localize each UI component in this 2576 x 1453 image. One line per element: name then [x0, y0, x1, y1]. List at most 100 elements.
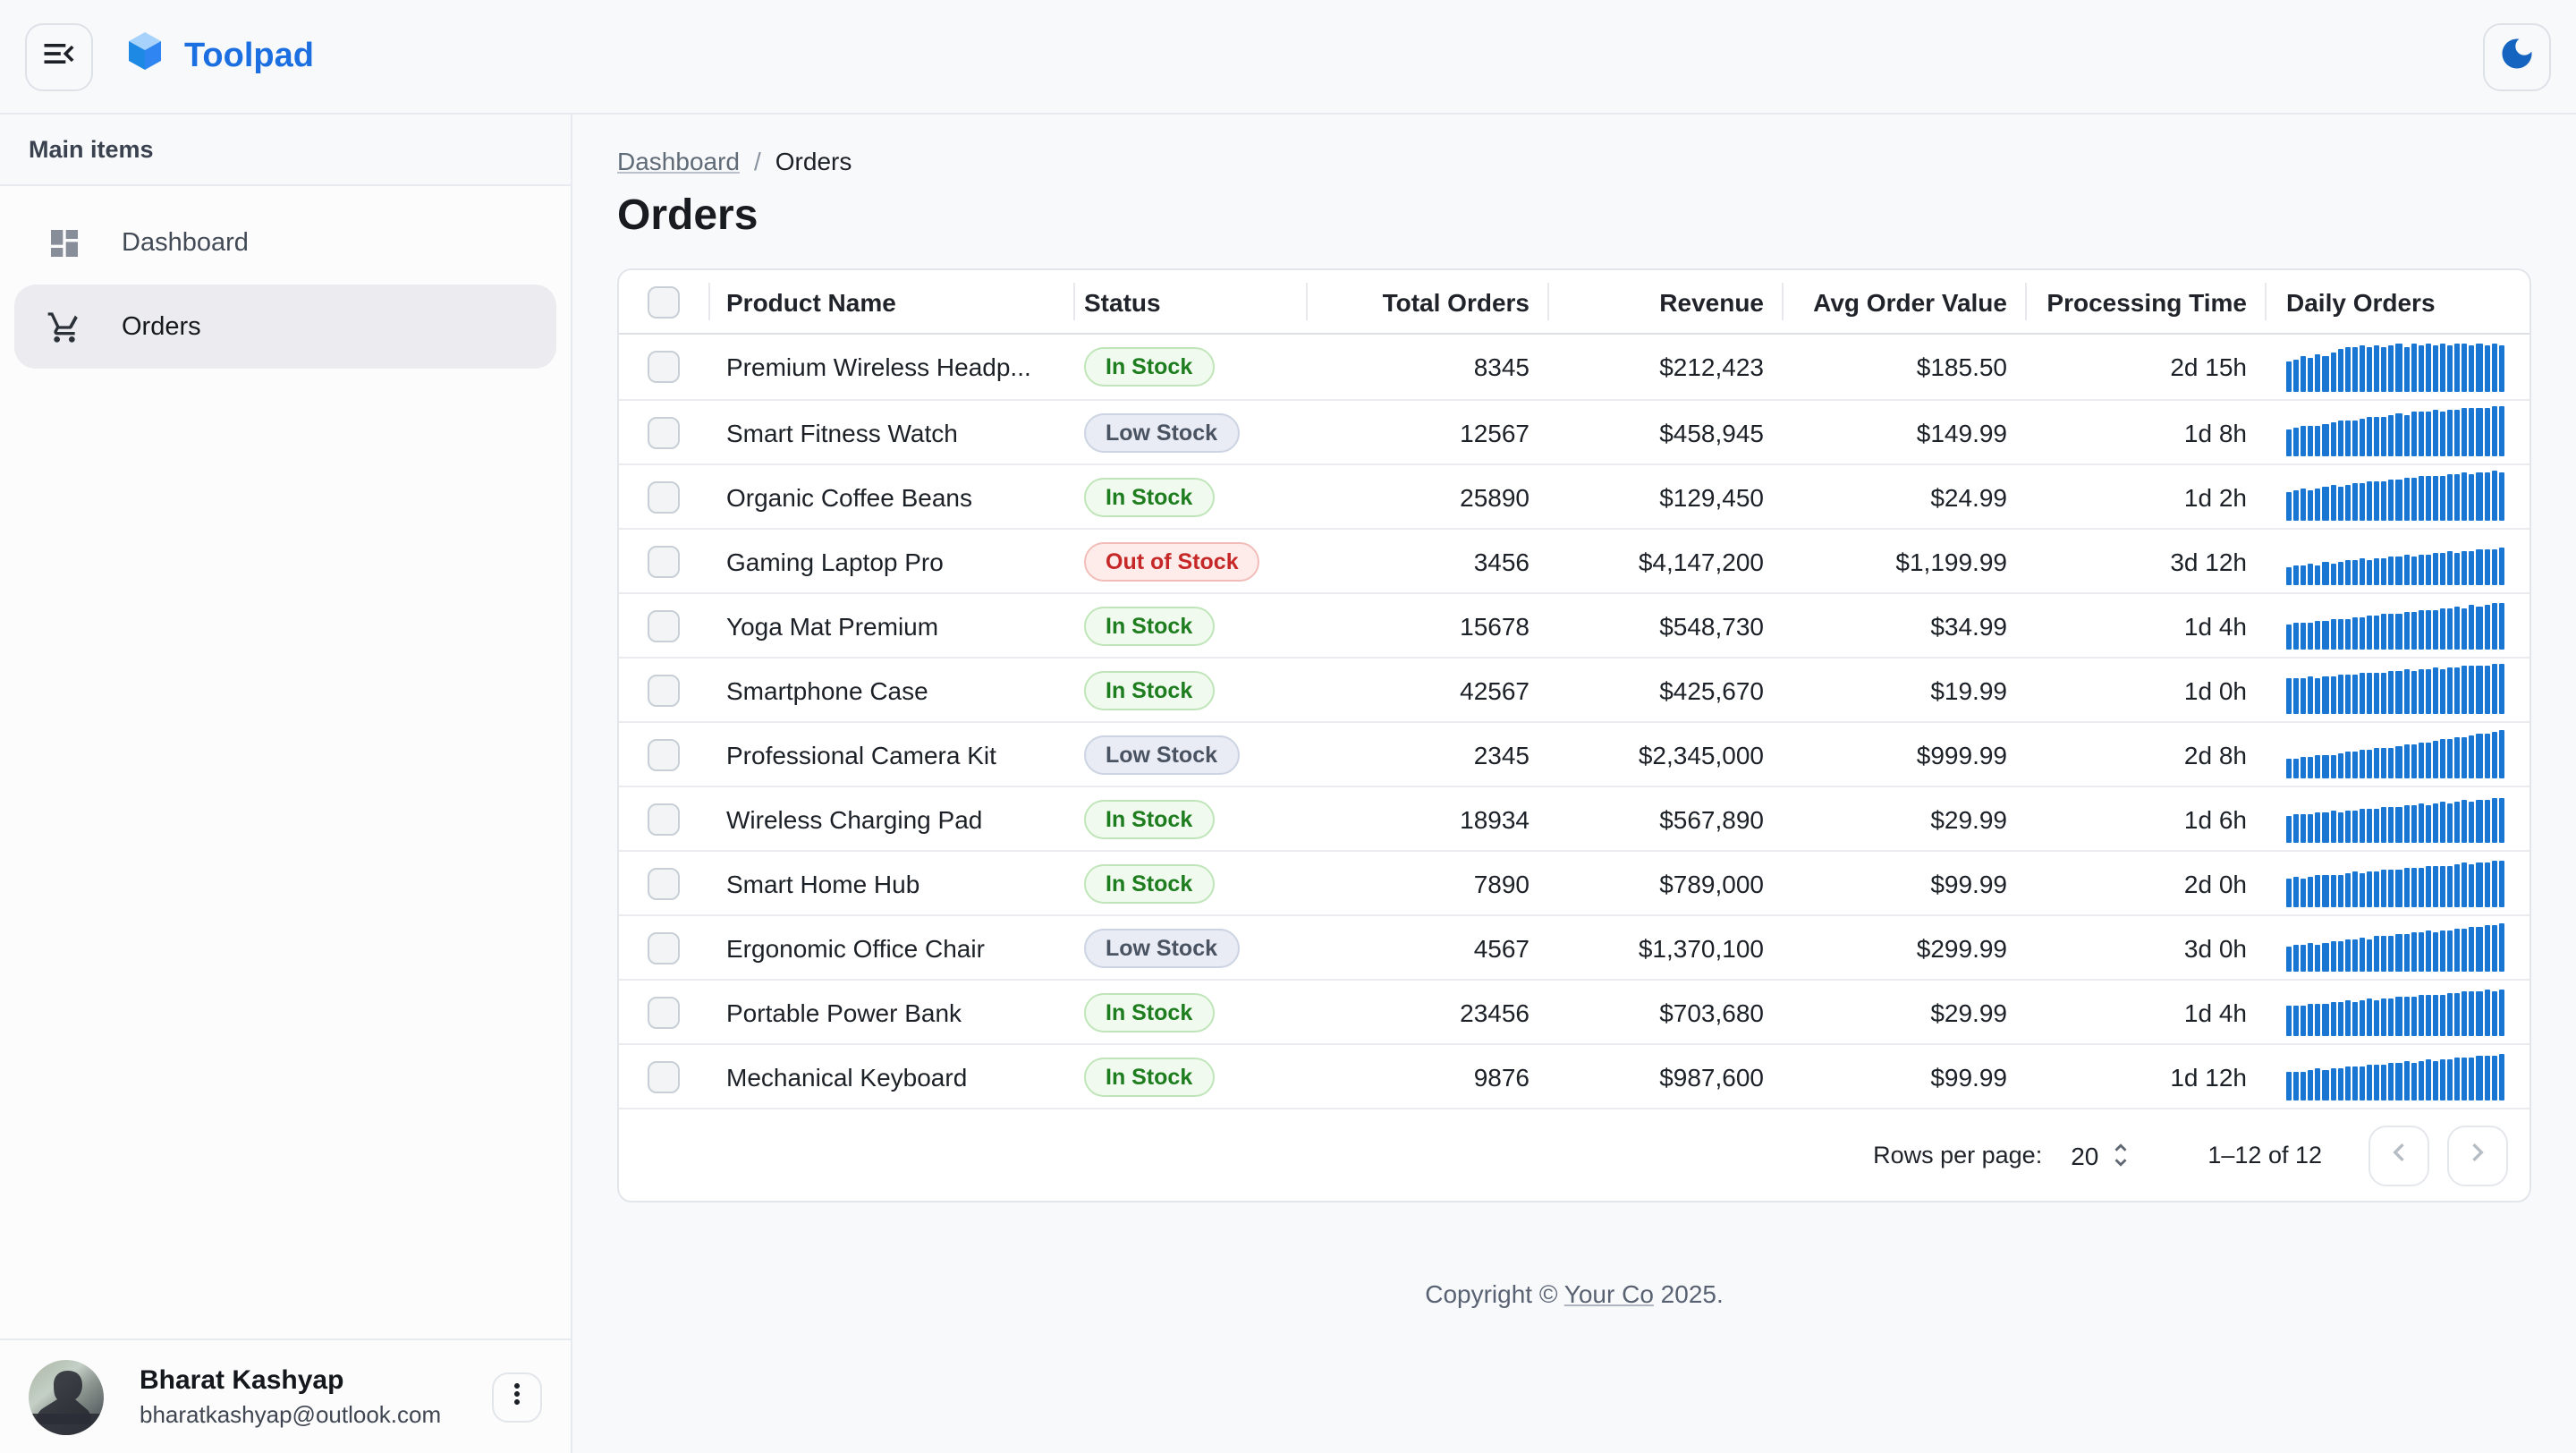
account-menu-button[interactable] — [492, 1372, 542, 1422]
status-cell: In Stock — [1073, 799, 1306, 838]
row-checkbox[interactable] — [648, 996, 680, 1028]
revenue-cell: $987,600 — [1547, 1062, 1782, 1091]
column-header-time[interactable]: Processing Time — [2025, 270, 2265, 333]
select-all-checkbox[interactable] — [648, 285, 680, 318]
brand[interactable]: Toolpad — [123, 30, 314, 82]
avg-order-value-cell: $149.99 — [1782, 418, 2025, 446]
column-header-spark[interactable]: Daily Orders — [2265, 270, 2529, 333]
row-checkbox[interactable] — [648, 545, 680, 577]
product-name-cell: Ergonomic Office Chair — [708, 933, 1073, 962]
table-row[interactable]: Premium Wireless Headp...In Stock8345$21… — [619, 335, 2529, 399]
total-orders-cell: 12567 — [1306, 418, 1547, 446]
product-name-cell: Smart Fitness Watch — [708, 418, 1073, 446]
revenue-cell: $4,147,200 — [1547, 547, 1782, 575]
theme-toggle-button[interactable] — [2483, 22, 2551, 90]
sidebar-item-orders[interactable]: Orders — [14, 285, 556, 369]
moon-icon — [2497, 34, 2537, 79]
processing-time-cell: 1d 4h — [2025, 998, 2265, 1026]
status-cell: Low Stock — [1073, 928, 1306, 967]
chevron-right-icon — [2460, 1134, 2496, 1176]
status-badge: Low Stock — [1084, 412, 1239, 452]
total-orders-cell: 42567 — [1306, 676, 1547, 704]
table-row[interactable]: Gaming Laptop ProOut of Stock3456$4,147,… — [619, 528, 2529, 592]
status-badge: In Stock — [1084, 992, 1214, 1032]
row-checkbox[interactable] — [648, 738, 680, 770]
processing-time-cell: 1d 12h — [2025, 1062, 2265, 1091]
revenue-cell: $458,945 — [1547, 418, 1782, 446]
product-name-cell: Wireless Charging Pad — [708, 804, 1073, 833]
status-badge: In Stock — [1084, 863, 1214, 903]
table-row[interactable]: Wireless Charging PadIn Stock18934$567,8… — [619, 786, 2529, 850]
total-orders-cell: 25890 — [1306, 482, 1547, 511]
row-checkbox[interactable] — [648, 1060, 680, 1092]
product-name-cell: Gaming Laptop Pro — [708, 547, 1073, 575]
toolpad-logo-icon — [123, 30, 166, 82]
table-row[interactable]: Organic Coffee BeansIn Stock25890$129,45… — [619, 463, 2529, 528]
column-header-status[interactable]: Status — [1073, 270, 1306, 333]
sidebar-item-label: Dashboard — [122, 228, 249, 257]
daily-orders-sparkline — [2286, 1050, 2504, 1100]
rows-per-page-select[interactable]: 20 — [2071, 1140, 2136, 1170]
row-checkbox[interactable] — [648, 480, 680, 513]
column-header-total[interactable]: Total Orders — [1306, 270, 1547, 333]
table-row[interactable]: Smart Home HubIn Stock7890$789,000$99.99… — [619, 850, 2529, 914]
column-header-revenue[interactable]: Revenue — [1547, 270, 1782, 333]
row-checkbox[interactable] — [648, 674, 680, 706]
table-row[interactable]: Professional Camera KitLow Stock2345$2,3… — [619, 721, 2529, 786]
menu-open-icon — [39, 34, 79, 79]
column-header-avg[interactable]: Avg Order Value — [1782, 270, 2025, 333]
total-orders-cell: 18934 — [1306, 804, 1547, 833]
table-row[interactable]: Yoga Mat PremiumIn Stock15678$548,730$34… — [619, 592, 2529, 657]
row-checkbox[interactable] — [648, 416, 680, 448]
status-badge: In Stock — [1084, 1057, 1214, 1096]
account-name: Bharat Kashyap — [140, 1365, 441, 1396]
status-cell: In Stock — [1073, 992, 1306, 1032]
status-badge: In Stock — [1084, 477, 1214, 516]
row-checkbox-cell — [619, 674, 708, 706]
sidebar-collapse-button[interactable] — [25, 22, 93, 90]
breadcrumb-dashboard-link[interactable]: Dashboard — [617, 147, 740, 175]
status-badge: In Stock — [1084, 347, 1214, 387]
daily-orders-cell — [2265, 465, 2529, 528]
avatar — [29, 1359, 104, 1434]
pagination-buttons — [2368, 1125, 2508, 1185]
row-checkbox[interactable] — [648, 931, 680, 964]
status-badge: Low Stock — [1084, 928, 1239, 967]
table-row[interactable]: Portable Power BankIn Stock23456$703,680… — [619, 979, 2529, 1043]
copyright-prefix: Copyright © — [1425, 1279, 1564, 1308]
table-row[interactable]: Mechanical KeyboardIn Stock9876$987,600$… — [619, 1043, 2529, 1108]
row-checkbox[interactable] — [648, 609, 680, 642]
row-checkbox-cell — [619, 738, 708, 770]
sidebar-section-label: Main items — [0, 115, 571, 186]
table-body: Premium Wireless Headp...In Stock8345$21… — [619, 335, 2529, 1108]
row-checkbox-cell — [619, 803, 708, 835]
daily-orders-sparkline — [2286, 728, 2504, 778]
row-checkbox[interactable] — [648, 351, 680, 383]
status-cell: In Stock — [1073, 1057, 1306, 1096]
row-checkbox-cell — [619, 996, 708, 1028]
sidebar-item-dashboard[interactable]: Dashboard — [14, 200, 556, 285]
table-row[interactable]: Smart Fitness Watch Low Stock 12567$458,94… — [619, 399, 2529, 463]
product-name-cell: Yoga Mat Premium — [708, 611, 1073, 640]
revenue-cell: $567,890 — [1547, 804, 1782, 833]
company-link[interactable]: Your Co — [1564, 1279, 1654, 1308]
column-header-name[interactable]: Product Name — [708, 270, 1073, 333]
daily-orders-sparkline — [2286, 664, 2504, 714]
previous-page-button[interactable] — [2368, 1125, 2429, 1185]
breadcrumb: Dashboard / Orders — [572, 115, 2576, 175]
processing-time-cell: 1d 0h — [2025, 676, 2265, 704]
next-page-button[interactable] — [2447, 1125, 2508, 1185]
daily-orders-cell — [2265, 852, 2529, 914]
table-row[interactable]: Smartphone CaseIn Stock42567$425,670$19.… — [619, 657, 2529, 721]
status-cell: Low Stock — [1073, 412, 1306, 452]
product-name-cell: Professional Camera Kit — [708, 740, 1073, 769]
breadcrumb-current: Orders — [775, 147, 852, 175]
daily-orders-sparkline — [2286, 922, 2504, 972]
table-row[interactable]: Ergonomic Office ChairLow Stock4567$1,37… — [619, 914, 2529, 979]
row-checkbox[interactable] — [648, 803, 680, 835]
status-cell: In Stock — [1073, 606, 1306, 645]
daily-orders-sparkline — [2286, 793, 2504, 843]
rows-per-page-value: 20 — [2071, 1141, 2098, 1169]
daily-orders-cell — [2265, 659, 2529, 721]
row-checkbox[interactable] — [648, 867, 680, 899]
